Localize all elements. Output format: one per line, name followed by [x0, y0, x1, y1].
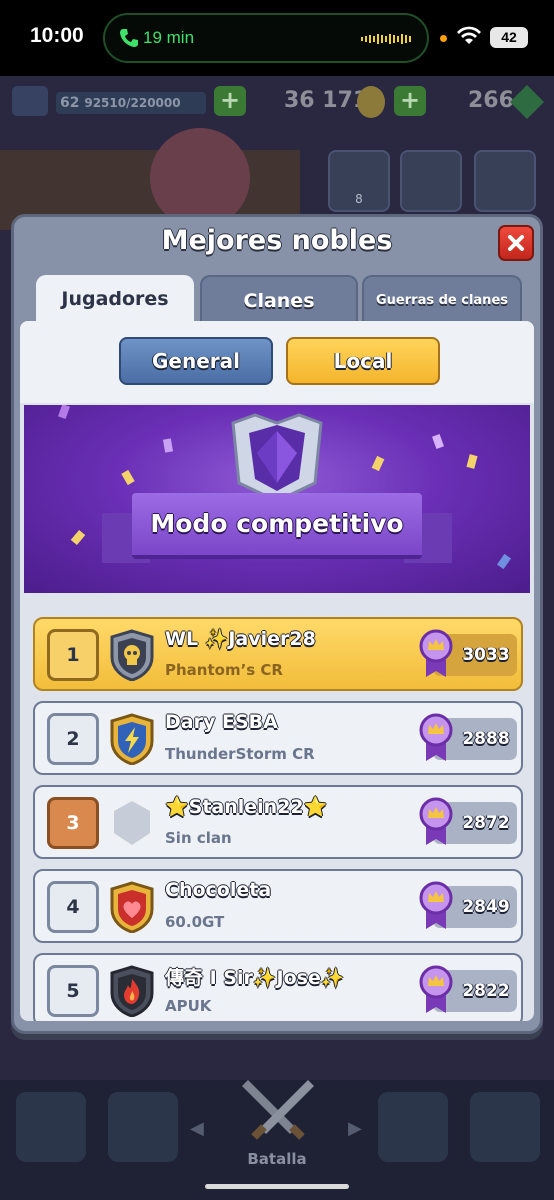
hero-avatar [150, 128, 250, 228]
modal-title: Mejores nobles [161, 225, 393, 256]
battery-indicator: 42 [490, 27, 528, 48]
home-indicator[interactable] [205, 1184, 349, 1189]
nav-cards[interactable] [108, 1092, 178, 1162]
rank-number: 2 [47, 713, 99, 765]
trophy-value: 2888 [462, 729, 510, 749]
tab-label: Guerras de clanes [376, 293, 508, 308]
banner-title: Modo competitivo [150, 509, 404, 538]
wifi-icon [457, 26, 481, 44]
scope-bar: General Local [20, 321, 534, 403]
crown-medal-icon [419, 713, 453, 761]
confetti [162, 438, 174, 453]
trophy-value: 2822 [462, 981, 510, 1001]
confetti [432, 434, 444, 449]
nav-events[interactable] [470, 1092, 540, 1162]
player-clan: 60.0GT [165, 913, 225, 931]
rank-number: 5 [47, 965, 99, 1017]
rank-number: 4 [47, 881, 99, 933]
crown-medal-icon [419, 965, 453, 1013]
xp-value: 92510/220000 [84, 96, 181, 110]
nav-battle-label: Batalla [247, 1150, 307, 1168]
player-clan: Phantom’s CR [165, 661, 283, 679]
nav-left-arrow-icon[interactable]: ◀ [190, 1118, 204, 1139]
status-time: 10:00 [30, 24, 84, 47]
empty-shield-icon [114, 801, 150, 845]
leaderboard-row[interactable]: 4 Chocoleta 60.0GT 2849 [33, 869, 523, 943]
trophy-value: 2872 [462, 813, 510, 833]
friends-count: 8 [355, 192, 363, 206]
close-icon [508, 235, 524, 251]
friends-button[interactable]: 8 [328, 150, 390, 212]
confetti [496, 553, 512, 570]
trophy-value: 3033 [462, 645, 510, 665]
tab-label: Clanes [243, 290, 315, 312]
confetti [58, 405, 70, 419]
competitive-banner: Modo competitivo [24, 405, 530, 593]
close-button[interactable] [498, 225, 534, 261]
gold-amount: 36 171 [284, 88, 369, 113]
player-clan: APUK [165, 997, 212, 1015]
leaderboard-modal: Mejores nobles Jugadores Clanes Guerras … [11, 214, 543, 1034]
crown-medal-icon [419, 797, 453, 845]
gems-amount: 266 [468, 88, 514, 113]
confetti [466, 454, 478, 469]
audio-wave-icon [361, 34, 411, 44]
leaderboard-row[interactable]: 5 傳奇 I Sir✨Jose✨ APUK 2822 [33, 953, 523, 1021]
leaderboard-row[interactable]: 3 ⭐Stanlein22⭐ Sin clan 2872 [33, 785, 523, 859]
flame-shield-icon [110, 965, 154, 1017]
crown-medal-icon [419, 629, 453, 677]
privacy-indicator-dot [440, 35, 447, 42]
menu-button[interactable] [474, 150, 536, 212]
local-button[interactable]: Local [286, 337, 440, 385]
rank-number: 1 [47, 629, 99, 681]
tab-label: Jugadores [61, 288, 169, 310]
dynamic-island-call[interactable]: 19 min [103, 13, 429, 63]
player-name: ⭐Stanlein22⭐ [165, 796, 328, 818]
trophy-value: 2849 [462, 897, 510, 917]
xp-level: 62 [60, 95, 80, 111]
skull-shield-icon [110, 629, 154, 681]
tab-clanes[interactable]: Clanes [200, 275, 358, 325]
add-xp-button[interactable]: + [214, 86, 246, 116]
rank-number: 3 [47, 797, 99, 849]
gold-coin-icon [357, 86, 385, 118]
nav-clan[interactable] [378, 1092, 448, 1162]
news-button[interactable] [400, 150, 462, 212]
tab-jugadores[interactable]: Jugadores [36, 275, 194, 325]
call-duration: 19 min [143, 28, 195, 47]
player-name: Dary ESBA [165, 711, 278, 733]
leaderboard-content: General Local Modo competitivo 1 WL ✨Jav… [20, 321, 534, 1021]
confetti [371, 455, 385, 472]
phone-icon [120, 29, 138, 47]
add-gold-button[interactable]: + [394, 86, 426, 116]
nav-right-arrow-icon[interactable]: ▶ [348, 1118, 362, 1139]
confetti [121, 469, 135, 486]
leaderboard-row[interactable]: 2 Dary ESBA ThunderStorm CR 2888 [33, 701, 523, 775]
tab-guerras-de-clanes[interactable]: Guerras de clanes [362, 275, 522, 325]
heart-shield-icon [110, 881, 154, 933]
player-clan: Sin clan [165, 829, 232, 847]
lightning-shield-icon [110, 713, 154, 765]
player-name: Chocoleta [165, 879, 272, 901]
crossed-swords-icon[interactable] [238, 1074, 318, 1144]
nav-shop[interactable] [16, 1092, 86, 1162]
leaderboard-row[interactable]: 1 WL ✨Javier28 Phantom’s CR 3033 [33, 617, 523, 691]
xp-bar: 62 92510/220000 [56, 92, 206, 114]
player-name: 傳奇 I Sir✨Jose✨ [165, 967, 345, 989]
player-clan: ThunderStorm CR [165, 745, 315, 763]
status-bar: 10:00 19 min 42 [0, 0, 554, 76]
player-name: WL ✨Javier28 [165, 628, 316, 650]
crown-medal-icon [419, 881, 453, 929]
general-button[interactable]: General [119, 337, 273, 385]
level-badge [12, 86, 48, 116]
